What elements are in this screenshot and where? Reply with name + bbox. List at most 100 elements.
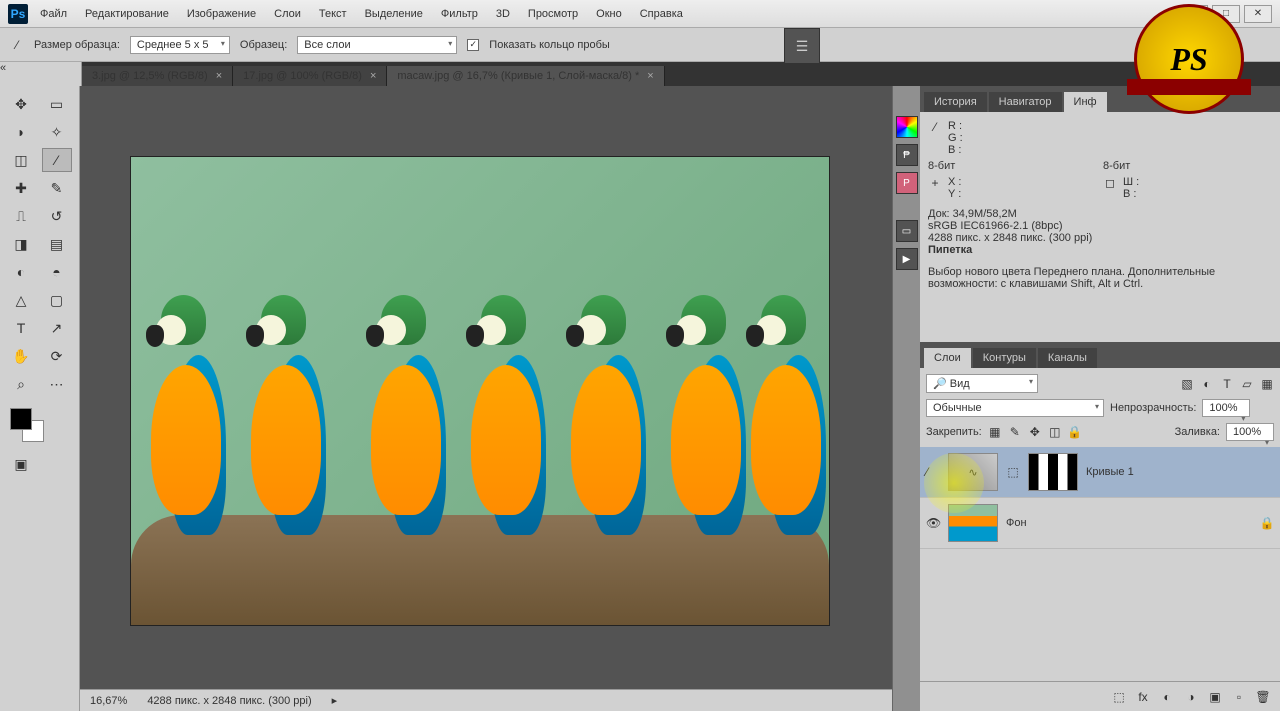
zoom-tool[interactable]: ⌕ <box>6 372 36 396</box>
lock-move-icon[interactable]: ✥ <box>1028 425 1042 439</box>
menu-help[interactable]: Справка <box>640 8 683 20</box>
lock-all-icon[interactable]: 🔒 <box>1068 425 1082 439</box>
move-tool[interactable]: ✥ <box>6 92 36 116</box>
magic-wand-tool[interactable]: ✧ <box>42 120 72 144</box>
marquee-tool[interactable]: ▭ <box>42 92 72 116</box>
color-dock-icon[interactable] <box>896 116 918 138</box>
info-doc: Док: 34,9M/58,2M <box>928 208 1272 220</box>
doc-tab-0[interactable]: 3.jpg @ 12,5% (RGB/8)× <box>82 66 233 86</box>
info-x: X : <box>948 176 1097 188</box>
brush-tool[interactable]: ✎ <box>42 176 72 200</box>
fill-input[interactable]: 100% <box>1226 423 1274 441</box>
shape-tool[interactable]: ▢ <box>42 288 72 312</box>
lock-artboard-icon[interactable]: ◫ <box>1048 425 1062 439</box>
blend-mode-select[interactable]: Обычные <box>926 399 1104 417</box>
menu-select[interactable]: Выделение <box>365 8 423 20</box>
layer-name[interactable]: Фон <box>1006 517 1027 529</box>
eraser-tool[interactable]: ◨ <box>6 232 36 256</box>
screen-mode-tool[interactable]: ▣ <box>6 452 36 476</box>
eyedropper-tool[interactable]: ⁄ <box>42 148 72 172</box>
fill-label: Заливка: <box>1175 426 1220 438</box>
filter-type-icon[interactable]: T <box>1220 377 1234 391</box>
link-icon[interactable]: ⬚ <box>1006 465 1020 479</box>
filter-adjust-icon[interactable]: ◐ <box>1200 377 1214 391</box>
tab-info[interactable]: Инф <box>1064 92 1107 112</box>
eyedropper-icon: ⁄ <box>10 38 24 52</box>
fx-icon[interactable]: fx <box>1136 690 1150 704</box>
path-tool[interactable]: ↗ <box>42 316 72 340</box>
foreground-color[interactable] <box>10 408 32 430</box>
tabs-left-spacer: « <box>0 62 82 86</box>
floating-panel-icon[interactable]: ☰ <box>784 28 820 64</box>
mask-icon[interactable]: ◐ <box>1160 690 1174 704</box>
extra-tool[interactable]: ⋯ <box>42 372 72 396</box>
filter-shape-icon[interactable]: ▱ <box>1240 377 1254 391</box>
heal-tool[interactable]: ✚ <box>6 176 36 200</box>
close-icon[interactable]: × <box>216 70 222 82</box>
info-bit: 8-бит <box>928 160 1097 172</box>
link-layers-icon[interactable]: ⬚ <box>1112 690 1126 704</box>
menu-file[interactable]: Файл <box>40 8 67 20</box>
tab-channels[interactable]: Каналы <box>1038 348 1097 368</box>
menu-3d[interactable]: 3D <box>496 8 510 20</box>
opacity-input[interactable]: 100% <box>1202 399 1250 417</box>
stamp-tool[interactable]: ⎍ <box>6 204 36 228</box>
menu-layers[interactable]: Слои <box>274 8 301 20</box>
glyphs-dock-icon[interactable]: ₱ <box>896 144 918 166</box>
trash-icon[interactable]: 🗑 <box>1256 690 1270 704</box>
filter-image-icon[interactable]: ▧ <box>1180 377 1194 391</box>
menu-image[interactable]: Изображение <box>187 8 256 20</box>
blur-tool[interactable]: ◐ <box>6 260 36 284</box>
lock-pixels-icon[interactable]: ▦ <box>988 425 1002 439</box>
bounds-icon: ◻ <box>1103 176 1117 190</box>
paragraph-dock-icon[interactable]: P <box>896 172 918 194</box>
type-tool[interactable]: T <box>6 316 36 340</box>
gradient-tool[interactable]: ▤ <box>42 232 72 256</box>
dodge-tool[interactable]: ◓ <box>42 260 72 284</box>
doc-tab-1[interactable]: 17.jpg @ 100% (RGB/8)× <box>233 66 387 86</box>
layer-name[interactable]: Кривые 1 <box>1086 466 1134 478</box>
tab-navigator[interactable]: Навигатор <box>989 92 1062 112</box>
show-ring-checkbox[interactable]: ✓ <box>467 39 479 51</box>
close-icon[interactable]: × <box>647 70 653 82</box>
pen-tool[interactable]: △ <box>6 288 36 312</box>
adjustment-layer-icon[interactable]: ◑ <box>1184 690 1198 704</box>
tab-layers[interactable]: Слои <box>924 348 971 368</box>
color-swatches[interactable] <box>10 408 44 442</box>
filter-smart-icon[interactable]: ▦ <box>1260 377 1274 391</box>
history-dock-icon[interactable]: ▭ <box>896 220 918 242</box>
sample-size-label: Размер образца: <box>34 39 120 51</box>
doc-tab-2[interactable]: macaw.jpg @ 16,7% (Кривые 1, Слой-маска/… <box>387 66 664 86</box>
menu-text[interactable]: Текст <box>319 8 347 20</box>
canvas-area[interactable]: 16,67% 4288 пикс. x 2848 пикс. (300 ppi)… <box>80 86 892 711</box>
tab-paths[interactable]: Контуры <box>973 348 1036 368</box>
menu-bar: Файл Редактирование Изображение Слои Тек… <box>40 8 683 20</box>
lasso-tool[interactable]: ◗ <box>6 120 36 144</box>
group-icon[interactable]: ▣ <box>1208 690 1222 704</box>
layer-kind-select[interactable]: 🔎 Вид <box>926 374 1038 393</box>
visibility-toggle[interactable]: 👁 <box>926 516 940 530</box>
menu-view[interactable]: Просмотр <box>528 8 578 20</box>
actions-dock-icon[interactable]: ▶ <box>896 248 918 270</box>
zoom-level[interactable]: 16,67% <box>90 695 127 707</box>
status-bar: 16,67% 4288 пикс. x 2848 пикс. (300 ppi)… <box>80 689 892 711</box>
menu-filter[interactable]: Фильтр <box>441 8 478 20</box>
layer-item-background[interactable]: 👁 Фон 🔒 <box>920 498 1280 549</box>
new-layer-icon[interactable]: ▫ <box>1232 690 1246 704</box>
info-y: Y : <box>948 188 1097 200</box>
rotate-tool[interactable]: ⟳ <box>42 344 72 368</box>
sample-layers-select[interactable]: Все слои <box>297 36 457 54</box>
hand-tool[interactable]: ✋ <box>6 344 36 368</box>
lock-brush-icon[interactable]: ✎ <box>1008 425 1022 439</box>
history-brush-tool[interactable]: ↺ <box>42 204 72 228</box>
chevron-icon[interactable]: ▸ <box>332 694 338 707</box>
info-bit2: 8-бит <box>1103 160 1272 172</box>
close-icon[interactable]: × <box>370 70 376 82</box>
sample-size-select[interactable]: Среднее 5 x 5 <box>130 36 230 54</box>
tab-history[interactable]: История <box>924 92 987 112</box>
menu-edit[interactable]: Редактирование <box>85 8 169 20</box>
window-close-button[interactable]: ✕ <box>1244 5 1272 23</box>
crop-tool[interactable]: ◫ <box>6 148 36 172</box>
menu-window[interactable]: Окно <box>596 8 622 20</box>
layer-mask-thumb[interactable] <box>1028 453 1078 491</box>
